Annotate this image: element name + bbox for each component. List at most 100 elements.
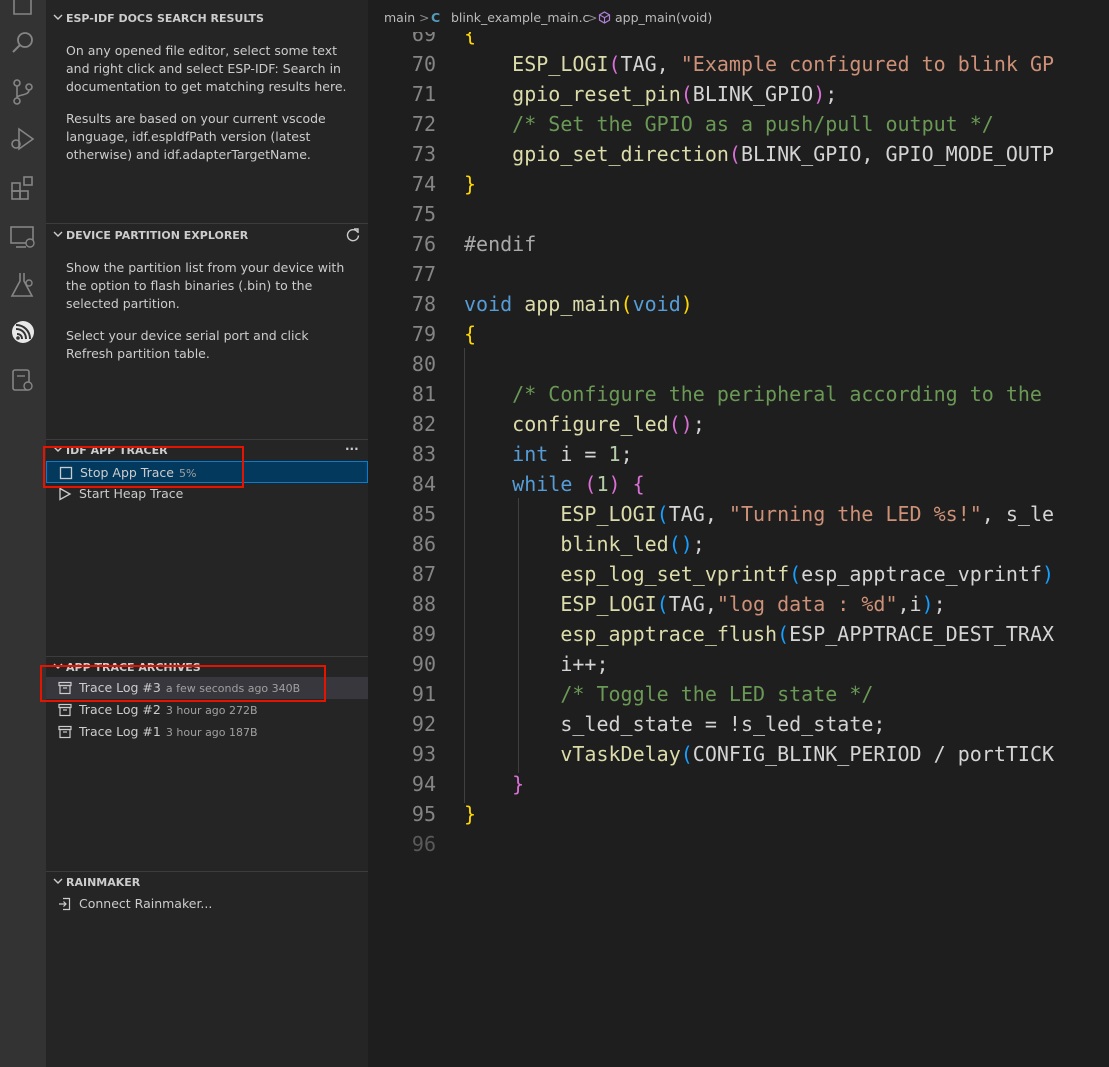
line-number: 96 xyxy=(411,832,436,856)
extensions-icon[interactable] xyxy=(8,173,38,203)
chevron-down-icon xyxy=(53,878,63,884)
archive-icon xyxy=(58,703,72,717)
line-number: 91 xyxy=(411,682,436,706)
chevron-down-icon xyxy=(53,14,63,20)
stop-app-trace-item[interactable]: Stop App Trace 5% xyxy=(46,461,368,483)
refresh-icon[interactable] xyxy=(345,227,361,243)
section-title: APP TRACE ARCHIVES xyxy=(66,661,201,674)
testing-icon[interactable] xyxy=(8,270,38,300)
archive-icon xyxy=(58,681,72,695)
trace-log-item[interactable]: Trace Log #3 a few seconds ago 340B xyxy=(46,677,368,699)
line-number: 89 xyxy=(411,622,436,646)
chevron-down-icon xyxy=(53,231,63,237)
code-line: { xyxy=(464,322,477,346)
code-line: ESP_LOGI(TAG, "Turning the LED %s!", s_l… xyxy=(560,502,1055,526)
code-line: /* Toggle the LED state */ xyxy=(560,682,874,706)
code-line: esp_log_set_vprintf(esp_apptrace_vprintf… xyxy=(560,562,1055,586)
chevron-down-icon xyxy=(53,663,63,669)
chevron-down-icon xyxy=(53,446,63,452)
line-number: 76 xyxy=(411,232,436,256)
docs-search-note: Results are based on your current vscode… xyxy=(66,111,326,162)
trace-log-item[interactable]: Trace Log #2 3 hour ago 272B xyxy=(46,699,368,721)
c-file-icon: C xyxy=(431,10,441,25)
partition-explorer-header[interactable]: DEVICE PARTITION EXPLORER xyxy=(46,224,368,246)
item-description: 3 hour ago 187B xyxy=(165,726,258,739)
breadcrumb-folder[interactable]: main xyxy=(384,10,415,25)
remote-explorer-icon[interactable] xyxy=(8,222,38,252)
sidebar: ESP-IDF DOCS SEARCH RESULTS On any opene… xyxy=(46,0,368,1067)
code-line: gpio_reset_pin(BLINK_GPIO); xyxy=(512,82,838,106)
code-line: s_led_state = !s_led_state; xyxy=(560,712,886,736)
code-line: int i = 1; xyxy=(512,442,633,466)
line-number: 84 xyxy=(411,472,436,496)
espressif-icon[interactable] xyxy=(8,317,38,347)
code-line: void app_main(void) xyxy=(464,292,693,316)
code-line: while (1) { xyxy=(512,472,645,496)
code-line: esp_apptrace_flush(ESP_APPTRACE_DEST_TRA… xyxy=(560,622,1055,646)
section-title: ESP-IDF DOCS SEARCH RESULTS xyxy=(66,12,264,25)
item-label: Connect Rainmaker... xyxy=(79,896,213,911)
play-icon xyxy=(59,487,72,501)
code-line: ESP_LOGI(TAG,"log data : %d",i); xyxy=(560,592,946,616)
source-control-icon[interactable] xyxy=(8,77,38,107)
run-debug-icon[interactable] xyxy=(8,124,38,154)
item-label: Start Heap Trace xyxy=(79,486,184,501)
item-label: Trace Log #3 xyxy=(79,680,161,695)
code-line: configure_led(); xyxy=(512,412,705,436)
search-icon[interactable] xyxy=(8,28,38,58)
breadcrumb-file[interactable]: blink_example_main.c xyxy=(451,10,589,25)
line-number: 88 xyxy=(411,592,436,616)
connect-rainmaker-item[interactable]: Connect Rainmaker... xyxy=(46,893,368,915)
code-line: /* Configure the peripheral according to… xyxy=(512,382,1042,406)
partition-explorer-hint: Show the partition list from your device… xyxy=(66,260,345,311)
stop-icon xyxy=(59,466,73,480)
code-line: } xyxy=(512,772,525,796)
line-number: 92 xyxy=(411,712,436,736)
item-description: 3 hour ago 272B xyxy=(165,704,258,717)
line-number: 93 xyxy=(411,742,436,766)
line-number: 95 xyxy=(411,802,436,826)
line-number: 86 xyxy=(411,532,436,556)
item-description: a few seconds ago 340B xyxy=(165,682,301,695)
code-line: } xyxy=(464,172,477,196)
more-actions-icon[interactable]: ··· xyxy=(345,442,359,456)
docs-search-hint: On any opened file editor, select some t… xyxy=(66,43,347,94)
code-line: blink_led(); xyxy=(560,532,705,556)
app-tracer-header[interactable]: IDF APP TRACER ··· xyxy=(46,440,368,460)
activity-bar: 1 xyxy=(0,0,46,1067)
trace-log-item[interactable]: Trace Log #1 3 hour ago 187B xyxy=(46,721,368,743)
docs-search-header[interactable]: ESP-IDF DOCS SEARCH RESULTS xyxy=(46,7,368,29)
code-line: } xyxy=(464,802,477,826)
symbol-method-icon xyxy=(598,11,611,24)
line-number: 78 xyxy=(411,292,436,316)
line-number: 82 xyxy=(411,412,436,436)
breadcrumb-separator: > xyxy=(587,10,598,25)
item-label: Trace Log #2 xyxy=(79,702,161,717)
line-number: 73 xyxy=(411,142,436,166)
docker-icon[interactable] xyxy=(8,366,38,396)
trace-archives-header[interactable]: APP TRACE ARCHIVES xyxy=(46,657,368,677)
section-title: RAINMAKER xyxy=(66,876,141,889)
explorer-icon[interactable]: 1 xyxy=(8,0,38,18)
breadcrumb-separator: > xyxy=(419,10,430,25)
line-number: 75 xyxy=(411,202,436,226)
line-number: 94 xyxy=(411,772,436,796)
item-label: Stop App Trace xyxy=(80,465,174,480)
start-heap-trace-item[interactable]: Start Heap Trace xyxy=(46,483,368,505)
code-line: gpio_set_direction(BLINK_GPIO, GPIO_MODE… xyxy=(512,142,1055,166)
partition-explorer-note: Select your device serial port and click… xyxy=(66,328,309,361)
code-line: /* Set the GPIO as a push/pull output */ xyxy=(512,112,994,136)
line-number: 71 xyxy=(411,82,436,106)
line-number: 80 xyxy=(411,352,436,376)
line-number: 90 xyxy=(411,652,436,676)
editor: 69 { 70 ESP_LOGI(TAG, "Example configure… xyxy=(368,0,1109,1067)
line-number: 87 xyxy=(411,562,436,586)
rainmaker-header[interactable]: RAINMAKER xyxy=(46,872,368,892)
line-number: 72 xyxy=(411,112,436,136)
line-number: 79 xyxy=(411,322,436,346)
archive-icon xyxy=(58,725,72,739)
breadcrumb-symbol[interactable]: app_main(void) xyxy=(615,10,712,25)
line-number: 85 xyxy=(411,502,436,526)
item-progress: 5% xyxy=(178,467,197,480)
line-number: 74 xyxy=(411,172,436,196)
